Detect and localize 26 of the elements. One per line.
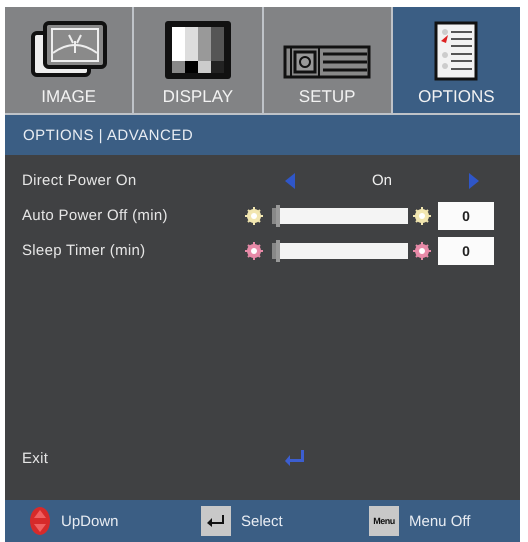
menu-tab[interactable]: OPTIONS [392,7,520,113]
setting-label: Direct Power On [22,172,138,189]
checklist-icon [434,21,478,81]
key-label: Menu [373,516,395,526]
hint-label: Select [241,512,283,530]
menu-tab[interactable]: DISPLAY [134,7,262,113]
setting-value: On [372,172,392,189]
breadcrumb-title: OPTIONS | ADVANCED [23,126,194,144]
hint-label: Menu Off [409,512,470,530]
enter-arrow-icon [206,514,226,528]
projector-icon [283,45,372,81]
up-down-icon [29,506,51,536]
left-arrow-icon [284,172,296,190]
slider-thumb[interactable] [276,204,280,226]
right-arrow-icon [468,172,480,190]
enter-icon [284,449,306,467]
setting-label: Auto Power Off (min) [22,207,169,224]
exit-label[interactable]: Exit [22,450,284,466]
setting-label: Sleep Timer (min) [22,242,146,259]
hint-label: UpDown [61,512,119,530]
value-field: 0 [438,202,494,230]
menu-tab[interactable]: IMAGE [5,7,132,113]
test-pattern-icon [162,19,233,81]
slider-thumb[interactable] [276,240,280,262]
value-field: 0 [438,236,494,264]
menu-tab[interactable]: SETUP [264,7,391,113]
